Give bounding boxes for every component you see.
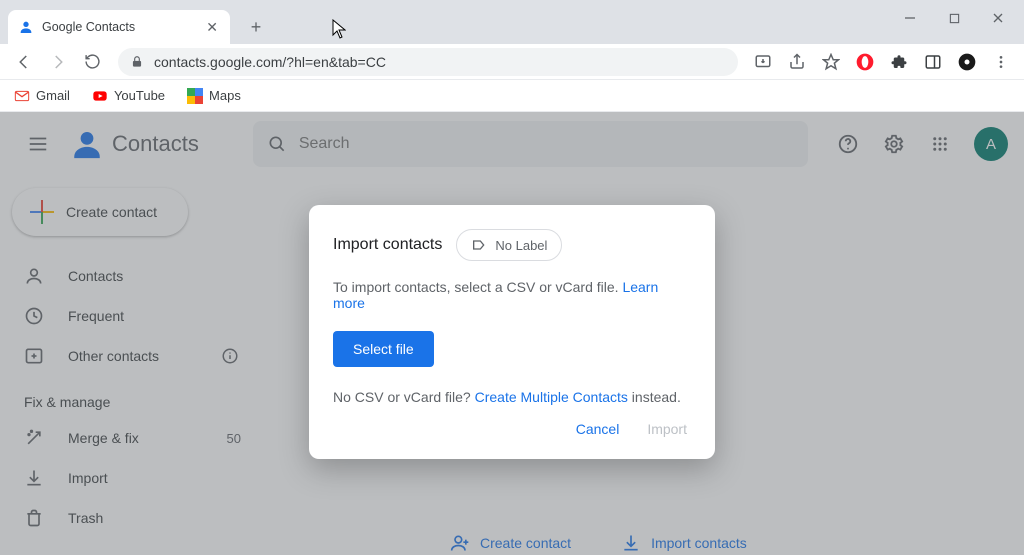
contacts-favicon-icon xyxy=(18,19,34,35)
install-app-icon[interactable] xyxy=(748,47,778,77)
create-multiple-link[interactable]: Create Multiple Contacts xyxy=(475,389,628,405)
browser-titlebar: Google Contacts ✕ + xyxy=(0,0,1024,44)
dialog-import-button: Import xyxy=(647,421,687,437)
bookmark-maps[interactable]: Maps xyxy=(183,84,245,108)
dialog-alt-instruction: No CSV or vCard file? Create Multiple Co… xyxy=(333,389,691,405)
omnibox[interactable]: contacts.google.com/?hl=en&tab=CC xyxy=(118,48,738,76)
tab-close-icon[interactable]: ✕ xyxy=(204,17,220,38)
dialog-instruction: To import contacts, select a CSV or vCar… xyxy=(333,279,691,311)
share-icon[interactable] xyxy=(782,47,812,77)
bookmarks-bar: Gmail YouTube Maps xyxy=(0,80,1024,112)
browser-tab[interactable]: Google Contacts ✕ xyxy=(8,10,230,44)
back-button[interactable] xyxy=(8,46,40,78)
window-close-button[interactable] xyxy=(976,4,1020,32)
label-icon xyxy=(471,237,487,253)
extensions-puzzle-icon[interactable] xyxy=(884,47,914,77)
bookmark-label: Maps xyxy=(209,88,241,103)
bookmark-youtube[interactable]: YouTube xyxy=(88,84,169,108)
bookmark-label: Gmail xyxy=(36,88,70,103)
label-chip-text: No Label xyxy=(495,238,547,253)
label-chip[interactable]: No Label xyxy=(456,229,562,261)
gmail-icon xyxy=(14,88,30,104)
youtube-icon xyxy=(92,88,108,104)
forward-button[interactable] xyxy=(42,46,74,78)
maps-icon xyxy=(187,88,203,104)
sidepanel-icon[interactable] xyxy=(918,47,948,77)
profile-extension-icon[interactable] xyxy=(952,47,982,77)
window-maximize-button[interactable] xyxy=(932,4,976,32)
new-tab-button[interactable]: + xyxy=(242,13,270,41)
tab-title: Google Contacts xyxy=(42,20,196,34)
lock-icon xyxy=(130,55,144,69)
select-file-button[interactable]: Select file xyxy=(333,331,434,367)
bookmark-label: YouTube xyxy=(114,88,165,103)
dialog-cancel-button[interactable]: Cancel xyxy=(576,421,620,437)
bookmark-gmail[interactable]: Gmail xyxy=(10,84,74,108)
bookmark-star-icon[interactable] xyxy=(816,47,846,77)
chrome-menu-icon[interactable] xyxy=(986,47,1016,77)
reload-button[interactable] xyxy=(76,46,108,78)
address-bar: contacts.google.com/?hl=en&tab=CC xyxy=(0,44,1024,80)
window-minimize-button[interactable] xyxy=(888,4,932,32)
import-contacts-dialog: Import contacts No Label To import conta… xyxy=(309,205,715,459)
url-text: contacts.google.com/?hl=en&tab=CC xyxy=(154,54,386,70)
opera-extension-icon[interactable] xyxy=(850,47,880,77)
mouse-cursor-icon xyxy=(332,19,346,39)
dialog-title: Import contacts xyxy=(333,236,442,254)
